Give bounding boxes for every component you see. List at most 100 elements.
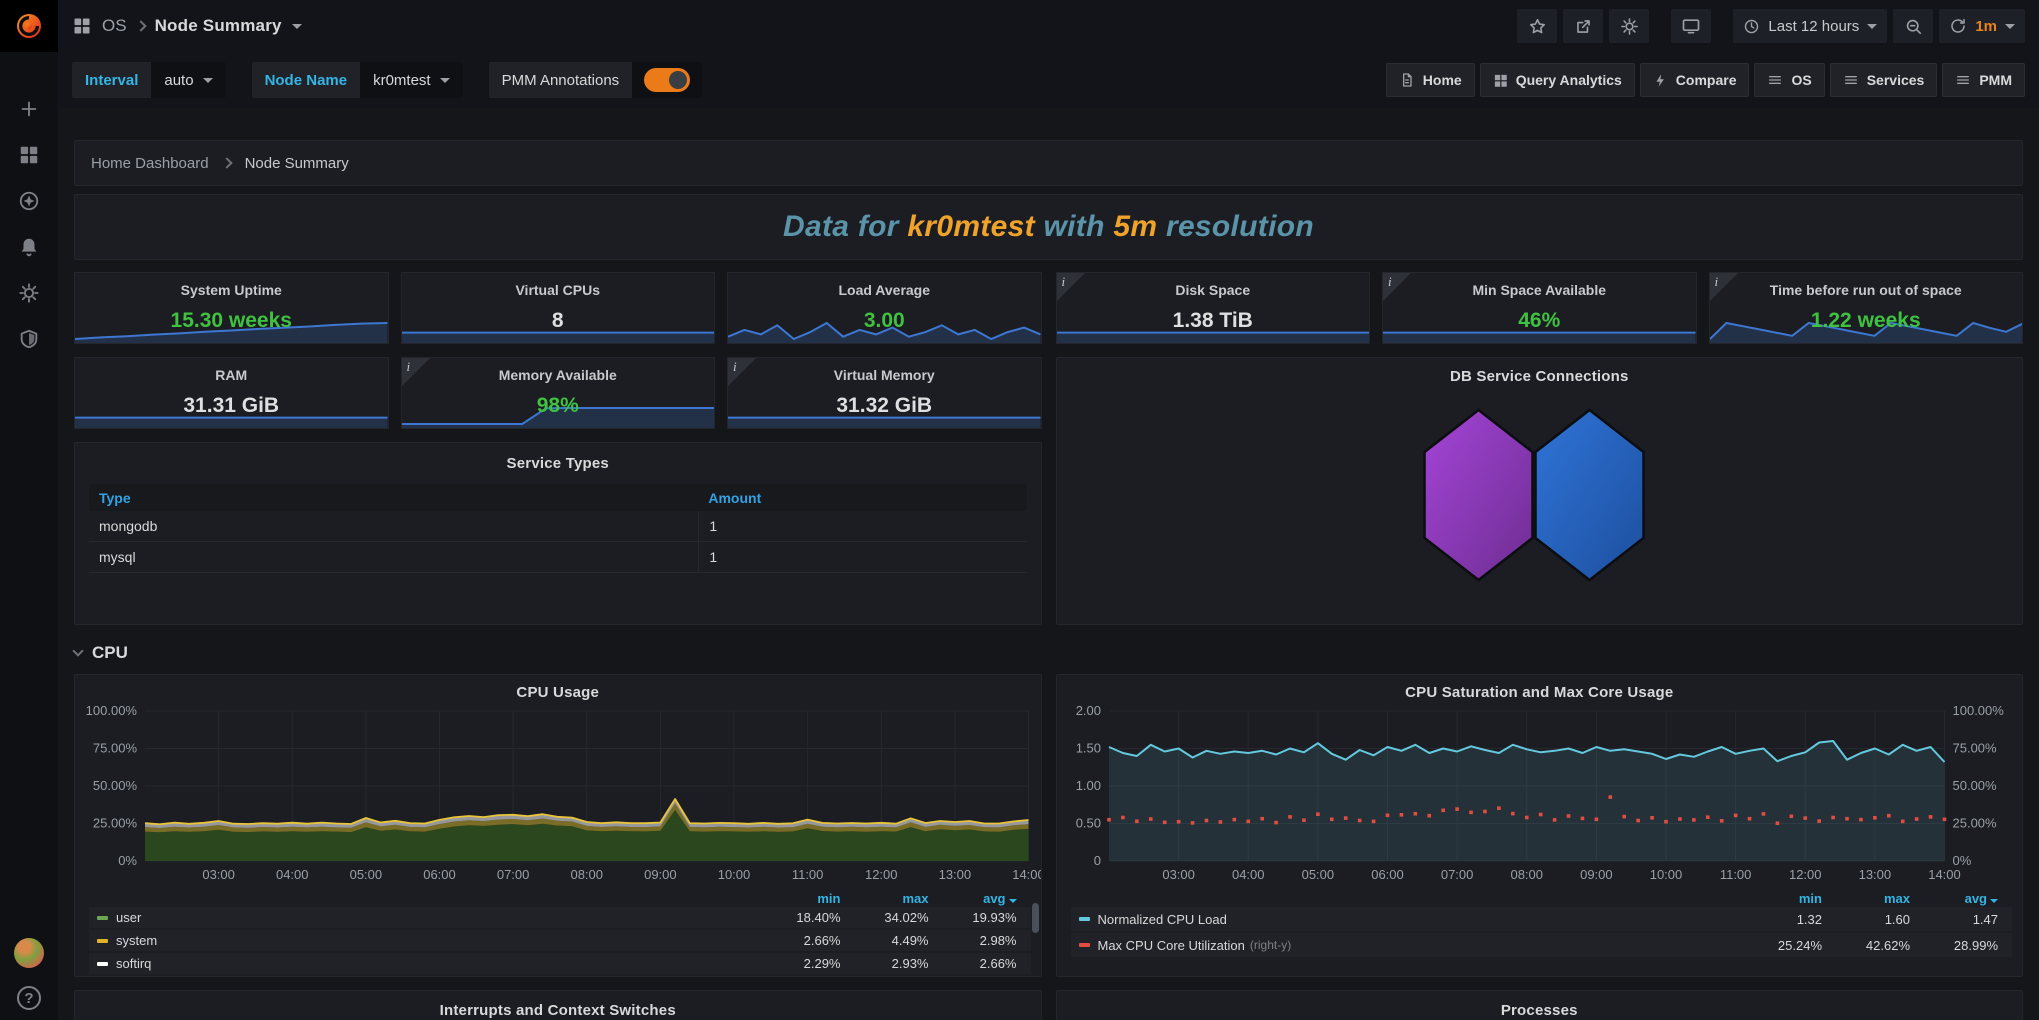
info-icon[interactable]: i (1057, 273, 1085, 301)
series-label[interactable]: softirq (116, 956, 151, 971)
breadcrumb-current: Node Summary (245, 155, 349, 172)
svg-text:25.00%: 25.00% (93, 816, 138, 831)
hexagon-blue[interactable] (1536, 410, 1644, 580)
toggle-knob (669, 71, 687, 89)
panel-title[interactable]: Interrupts and Context Switches (75, 1002, 1041, 1019)
legend-sort-avg[interactable]: avg (929, 891, 1017, 906)
legend-sort-max[interactable]: max (841, 891, 929, 906)
legend-sort-min[interactable]: min (1734, 891, 1822, 906)
kiosk-mode-button[interactable] (1671, 9, 1711, 43)
stat-title[interactable]: Disk Space (1057, 282, 1370, 298)
user-avatar[interactable] (14, 938, 44, 968)
grafana-logo[interactable] (0, 0, 58, 52)
star-icon (1528, 17, 1547, 36)
column-header-type[interactable]: Type (89, 490, 698, 506)
series-swatch (1079, 943, 1090, 947)
panel-title[interactable]: CPU Usage (75, 675, 1041, 701)
panel-title[interactable]: Processes (1057, 1002, 2023, 1019)
panel-title[interactable]: DB Service Connections (1057, 368, 2023, 385)
server-admin-button[interactable] (0, 316, 58, 362)
link-home[interactable]: Home (1386, 63, 1475, 97)
time-range-picker[interactable]: Last 12 hours (1733, 9, 1887, 43)
legend-sort-min[interactable]: min (753, 891, 841, 906)
series-label[interactable]: Normalized CPU Load (1098, 912, 1227, 927)
stat-title[interactable]: Virtual Memory (728, 367, 1041, 383)
stat-title[interactable]: System Uptime (75, 282, 388, 298)
pmm-annotations-toggle[interactable] (644, 68, 690, 92)
link-compare[interactable]: Compare (1640, 63, 1750, 97)
caret-down-icon[interactable] (292, 24, 302, 29)
hexagon-diagram (1423, 408, 1647, 582)
svg-text:0.50: 0.50 (1075, 816, 1100, 831)
stat-title[interactable]: Load Average (728, 282, 1041, 298)
stat-panel-min-space-available: i Min Space Available 46% (1382, 272, 1697, 344)
link-pmm[interactable]: PMM (1942, 63, 2025, 97)
star-button[interactable] (1517, 9, 1557, 43)
link-label: Query Analytics (1516, 72, 1622, 88)
table-header-row: Type Amount (89, 484, 1027, 511)
cell-amount: 1 (698, 511, 1026, 541)
series-avg: 28.99% (1910, 938, 1998, 953)
stat-value: 8 (402, 309, 715, 333)
stat-title[interactable]: Memory Available (402, 367, 715, 383)
stat-title[interactable]: Min Space Available (1383, 282, 1696, 298)
create-button[interactable] (0, 86, 58, 132)
hexagon-purple[interactable] (1425, 410, 1533, 580)
alerting-button[interactable] (0, 224, 58, 270)
info-icon[interactable]: i (402, 358, 430, 386)
series-label[interactable]: system (116, 933, 157, 948)
scrollbar-thumb[interactable] (1032, 903, 1039, 933)
link-os[interactable]: OS (1754, 63, 1824, 97)
cpu-saturation-chart: 00%0.5025.00%1.0050.00%1.5075.00%2.00100… (1057, 701, 2023, 887)
info-icon[interactable]: i (1383, 273, 1411, 301)
series-min: 1.32 (1734, 912, 1822, 927)
panel-title[interactable]: CPU Saturation and Max Core Usage (1057, 675, 2023, 701)
gear-icon (18, 282, 40, 304)
shield-icon (18, 328, 40, 350)
interval-select[interactable]: auto (151, 62, 225, 98)
svg-text:10:00: 10:00 (1649, 867, 1682, 882)
configuration-button[interactable] (0, 270, 58, 316)
stat-title[interactable]: Virtual CPUs (402, 282, 715, 298)
info-icon[interactable]: i (728, 358, 756, 386)
cell-amount: 1 (698, 542, 1026, 572)
sidebar-bottom: ? (0, 938, 58, 1010)
svg-text:75.00%: 75.00% (1952, 741, 1997, 756)
svg-text:05:00: 05:00 (1301, 867, 1334, 882)
stat-title[interactable]: RAM (75, 367, 388, 383)
legend-row: Normalized CPU Load 1.32 1.60 1.47 (1071, 907, 2013, 931)
dashboard-settings-button[interactable] (1609, 9, 1649, 43)
table-row: mysql 1 (89, 542, 1027, 573)
panel-title[interactable]: Service Types (75, 455, 1041, 472)
breadcrumb-section[interactable]: OS (102, 16, 127, 36)
caret-down-icon (203, 78, 213, 83)
link-query-analytics[interactable]: Query Analytics (1480, 63, 1635, 97)
stat-title[interactable]: Time before run out of space (1710, 282, 2023, 298)
help-icon[interactable]: ? (17, 986, 41, 1010)
refresh-picker[interactable]: 1m (1939, 9, 2025, 43)
svg-text:07:00: 07:00 (1440, 867, 1473, 882)
column-header-amount[interactable]: Amount (698, 490, 1026, 506)
series-min: 18.40% (753, 910, 841, 925)
zoom-out-button[interactable] (1893, 9, 1933, 43)
cpu-saturation-legend: min max avg Normalized CPU Load 1.32 1.6… (1057, 887, 2023, 957)
svg-text:1.00: 1.00 (1075, 778, 1100, 793)
series-label[interactable]: Max CPU Core Utilization (1098, 938, 1245, 953)
cpu-usage-chart: 0%25.00%50.00%75.00%100.00%03:0004:0005:… (75, 701, 1041, 887)
cpu-section-toggle[interactable]: CPU (74, 640, 2023, 666)
breadcrumb-home-link[interactable]: Home Dashboard (91, 155, 209, 172)
legend-sort-avg[interactable]: avg (1910, 891, 1998, 906)
caret-down-icon (440, 78, 450, 83)
node-name-select[interactable]: kr0mtest (360, 62, 463, 98)
dashboard-title[interactable]: Node Summary (155, 16, 282, 36)
share-button[interactable] (1563, 9, 1603, 43)
link-label: Home (1423, 72, 1462, 88)
stat-value: 31.32 GiB (728, 394, 1041, 418)
info-icon[interactable]: i (1710, 273, 1738, 301)
link-services[interactable]: Services (1830, 63, 1938, 97)
dashboards-button[interactable] (0, 132, 58, 178)
legend-sort-max[interactable]: max (1822, 891, 1910, 906)
link-label: PMM (1979, 72, 2012, 88)
series-label[interactable]: user (116, 910, 141, 925)
explore-button[interactable] (0, 178, 58, 224)
